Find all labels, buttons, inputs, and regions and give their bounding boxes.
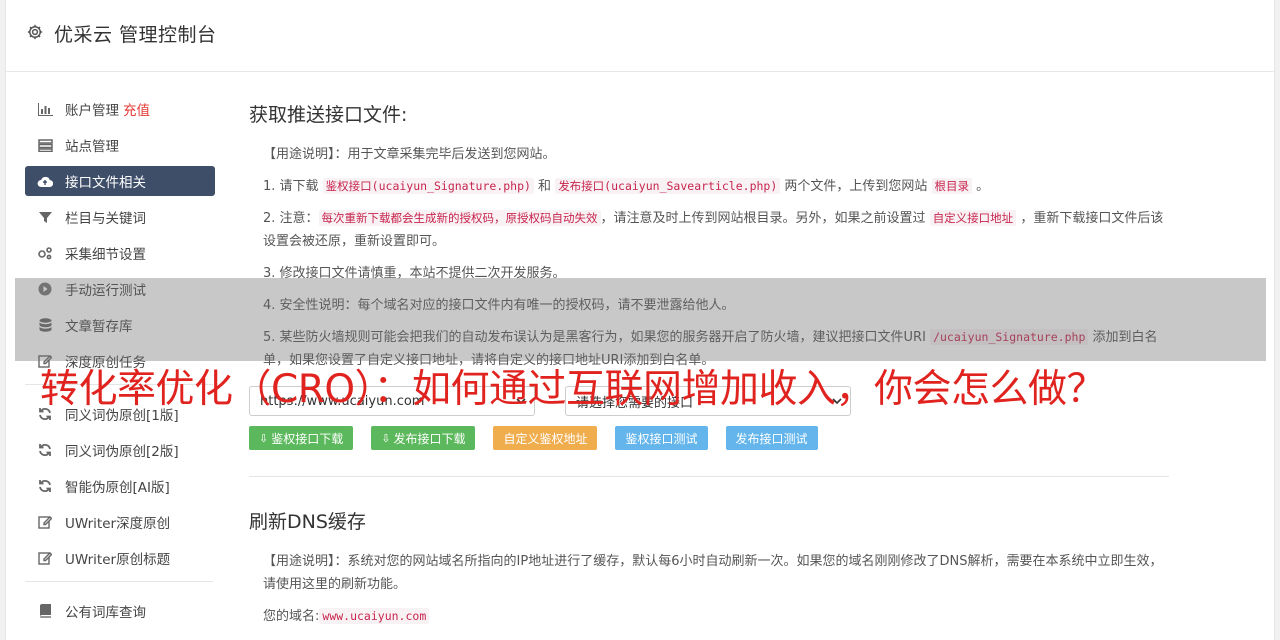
button-label: 自定义鉴权地址 — [503, 431, 588, 446]
gear-icon — [27, 24, 43, 40]
page-title: 优采云 管理控制台 — [54, 24, 217, 46]
button-label: 发布接口下载 — [393, 431, 466, 446]
custom-api-address-code: 自定义接口地址 — [929, 210, 1017, 226]
sidebar-item-interface-files[interactable]: 接口文件相关 — [25, 166, 215, 196]
sidebar-item-synonym-v2[interactable]: 同义词伪原创[2版] — [25, 435, 215, 465]
sidebar-item-label: UWriter原创标题 — [65, 552, 171, 568]
sidebar-item-columns-keywords[interactable]: 栏目与关键词 — [25, 202, 215, 232]
domain-value: www.ucaiyun.com — [319, 608, 430, 624]
publish-api-file-code: 发布接口(ucaiyun_Savearticle.php) — [555, 178, 781, 194]
section-title-dns: 刷新DNS缓存 — [249, 511, 366, 533]
button-row: ⇩ 鉴权接口下载 ⇩ 发布接口下载 自定义鉴权地址 鉴权接口测试 发布接口测试 — [249, 426, 1169, 450]
step-text: ，请注意及时上传到网站根目录。另外，如果之前设置过 — [600, 211, 930, 226]
usage-note: 【用途说明】：用于文章采集完毕后发送到您网站。 — [249, 143, 1169, 166]
dns-usage-note: 【用途说明】：系统对您的网站域名所指向的IP地址进行了缓存，默认每6小时自动刷新… — [249, 550, 1169, 596]
sidebar-item-account[interactable]: 账户管理 充值 — [25, 94, 215, 124]
cloud-upload-icon — [37, 173, 53, 189]
auth-api-test-button[interactable]: 鉴权接口测试 — [615, 426, 708, 450]
sidebar-item-sites[interactable]: 站点管理 — [25, 130, 215, 160]
step-text: 2. 注意： — [263, 211, 319, 226]
server-icon — [37, 137, 53, 153]
usage-label: 【用途说明】 — [263, 554, 335, 569]
step-2: 2. 注意： 每次重新下载都会生成新的授权码，原授权码自动失效 ，请注意及时上传到网… — [249, 207, 1169, 253]
custom-auth-address-button[interactable]: 自定义鉴权地址 — [493, 426, 598, 450]
step-text: 两个文件，上传到您网站 — [780, 179, 932, 194]
section-divider — [249, 476, 1169, 477]
usage-text: ：用于文章采集完毕后发送到您网站。 — [334, 147, 556, 162]
publish-api-download-button[interactable]: ⇩ 发布接口下载 — [371, 426, 476, 450]
gray-overlay-band — [15, 278, 1266, 361]
domain-label: 您的域名: — [263, 609, 320, 624]
page-header: 优采云 管理控制台 — [6, 0, 1274, 72]
auth-api-download-button[interactable]: ⇩ 鉴权接口下载 — [249, 426, 354, 450]
sidebar-item-collect-settings[interactable]: 采集细节设置 — [25, 238, 215, 268]
refresh-icon — [37, 442, 53, 458]
button-label: 发布接口测试 — [735, 431, 808, 446]
sidebar-item-label: 账户管理 — [65, 103, 119, 119]
sidebar-item-public-thesaurus[interactable]: 公有词库查询 — [25, 596, 215, 626]
auth-api-file-code: 鉴权接口(ucaiyun_Signature.php) — [322, 178, 534, 194]
download-icon: ⇩ — [381, 431, 391, 445]
button-label: 鉴权接口下载 — [271, 431, 344, 446]
sidebar-item-ai-rewrite[interactable]: 智能伪原创[AI版] — [25, 471, 215, 501]
sidebar-item-uwriter-title[interactable]: UWriter原创标题 — [25, 543, 215, 573]
publish-api-test-button[interactable]: 发布接口测试 — [725, 426, 818, 450]
recharge-link[interactable]: 充值 — [123, 99, 150, 119]
edit-icon — [37, 550, 53, 566]
root-dir-code: 根目录 — [931, 178, 973, 194]
download-icon: ⇩ — [259, 431, 269, 445]
step-text: 1. 请下载 — [263, 179, 323, 194]
book-icon — [37, 603, 53, 619]
new-auth-code-warning: 每次重新下载都会生成新的授权码，原授权码自动失效 — [318, 210, 601, 226]
usage-text: ：系统对您的网站域名所指向的IP地址进行了缓存，默认每6小时自动刷新一次。如果您… — [263, 554, 1163, 592]
overlay-headline: 转化率优化（CRO）：如何通过互联网增加收入，你会怎么做？ — [40, 367, 1106, 412]
usage-label: 【用途说明】 — [263, 147, 335, 162]
sidebar-item-label: 同义词伪原创[2版] — [65, 444, 179, 460]
edit-icon — [37, 514, 53, 530]
step-text: 。 — [972, 179, 990, 194]
section-title-push-files: 获取推送接口文件: — [249, 104, 408, 126]
sidebar-item-uwriter-deep[interactable]: UWriter深度原创 — [25, 507, 215, 537]
sidebar-item-label: 栏目与关键词 — [65, 211, 146, 227]
filter-icon — [37, 209, 53, 225]
sidebar-item-label: 接口文件相关 — [65, 175, 146, 191]
cogs-icon — [37, 245, 53, 261]
sidebar-item-label: UWriter深度原创 — [65, 516, 171, 532]
step-text: 和 — [533, 179, 556, 194]
sidebar-item-label: 站点管理 — [65, 139, 119, 155]
sidebar-item-label: 公有词库查询 — [65, 605, 146, 621]
sidebar-item-label: 智能伪原创[AI版] — [65, 480, 170, 496]
sidebar-divider — [25, 581, 213, 582]
domain-row: 您的域名: www.ucaiyun.com — [249, 605, 1169, 628]
sidebar-item-label: 采集细节设置 — [65, 247, 146, 263]
refresh-icon — [37, 478, 53, 494]
step-1: 1. 请下载 鉴权接口(ucaiyun_Signature.php) 和 发布接… — [249, 175, 1169, 198]
button-label: 鉴权接口测试 — [625, 431, 698, 446]
bar-chart-icon — [37, 101, 53, 117]
